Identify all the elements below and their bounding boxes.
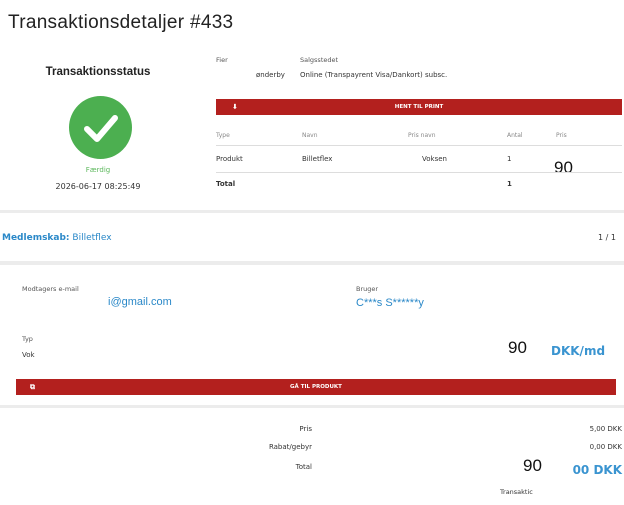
col-header-name: Navn: [302, 132, 318, 139]
divider: [216, 145, 622, 146]
download-icon: ⬇: [232, 103, 238, 111]
status-text: Færdig: [85, 166, 111, 174]
total-count: 1: [507, 180, 512, 188]
transaction-label: Transaktic: [500, 488, 533, 496]
print-button-label: HENT TIL PRINT: [394, 104, 444, 110]
membership-name: Billetflex: [72, 233, 112, 243]
total-label: Total: [216, 180, 236, 188]
info-value-2: Online (Transpayrent Visa/Dankort) subsc…: [300, 71, 448, 79]
product-button-label: GÅ TIL PRODUKT: [290, 384, 342, 390]
overlay-value: 90: [554, 158, 573, 177]
type-label: Typ: [22, 335, 33, 343]
total-value: 00 DKK: [572, 463, 622, 477]
checkmark-icon: [69, 96, 132, 159]
row-name: Billetflex: [302, 155, 333, 163]
price-label: Pris: [299, 425, 312, 433]
page-title: Transaktionsdetaljer #433: [8, 12, 234, 33]
fee-label: Rabat/gebyr: [268, 443, 312, 451]
status-heading: Transaktionsstatus: [45, 66, 151, 78]
divider: [216, 172, 622, 173]
total-label: Total: [295, 463, 312, 471]
col-header-price-name: Pris navn: [408, 132, 436, 139]
overlay-value: 90: [523, 456, 542, 475]
membership-title: Medlemskab: Billetflex: [2, 233, 112, 243]
print-button[interactable]: ⬇ HENT TIL PRINT: [216, 99, 622, 115]
membership-card: Medlemskab: Billetflex 1 / 1: [0, 213, 624, 261]
membership-label: Medlemskab:: [2, 233, 70, 243]
price-unit: DKK/md: [551, 344, 606, 358]
user-value: C***s S******y: [356, 297, 424, 309]
go-to-product-button[interactable]: ⧉ GÅ TIL PRODUKT: [16, 379, 616, 395]
membership-detail-card: Modtagers e-mail i@gmail.com Bruger C***…: [0, 265, 624, 405]
col-header-type: Type: [216, 132, 230, 139]
fee-value: 0,00 DKK: [589, 443, 622, 451]
membership-count: 1 / 1: [598, 233, 616, 242]
status-date: 2026-06-17 08:25:49: [55, 182, 141, 191]
email-label: Modtagers e-mail: [22, 285, 79, 293]
price-value: 5,00 DKK: [589, 425, 622, 433]
info-label-2: Salgsstedet: [300, 56, 339, 64]
type-value: Vok: [22, 351, 35, 359]
user-label: Bruger: [356, 285, 379, 293]
row-type: Produkt: [216, 155, 243, 163]
row-price-name: Voksen: [422, 155, 447, 163]
row-count: 1: [507, 155, 512, 163]
overlay-value: 90: [508, 338, 527, 357]
email-value: i@gmail.com: [108, 296, 172, 308]
info-label-1: Fier: [216, 56, 228, 64]
col-header-count: Antal: [507, 132, 523, 139]
transaction-card: Transaktionsdetaljer #433 Transaktionsst…: [0, 0, 624, 210]
external-link-icon: ⧉: [30, 383, 35, 391]
col-header-price: Pris: [556, 132, 567, 139]
totals-card: Pris 5,00 DKK Rabat/gebyr 0,00 DKK Total…: [0, 408, 624, 505]
info-value-1: ønderby: [256, 71, 285, 79]
